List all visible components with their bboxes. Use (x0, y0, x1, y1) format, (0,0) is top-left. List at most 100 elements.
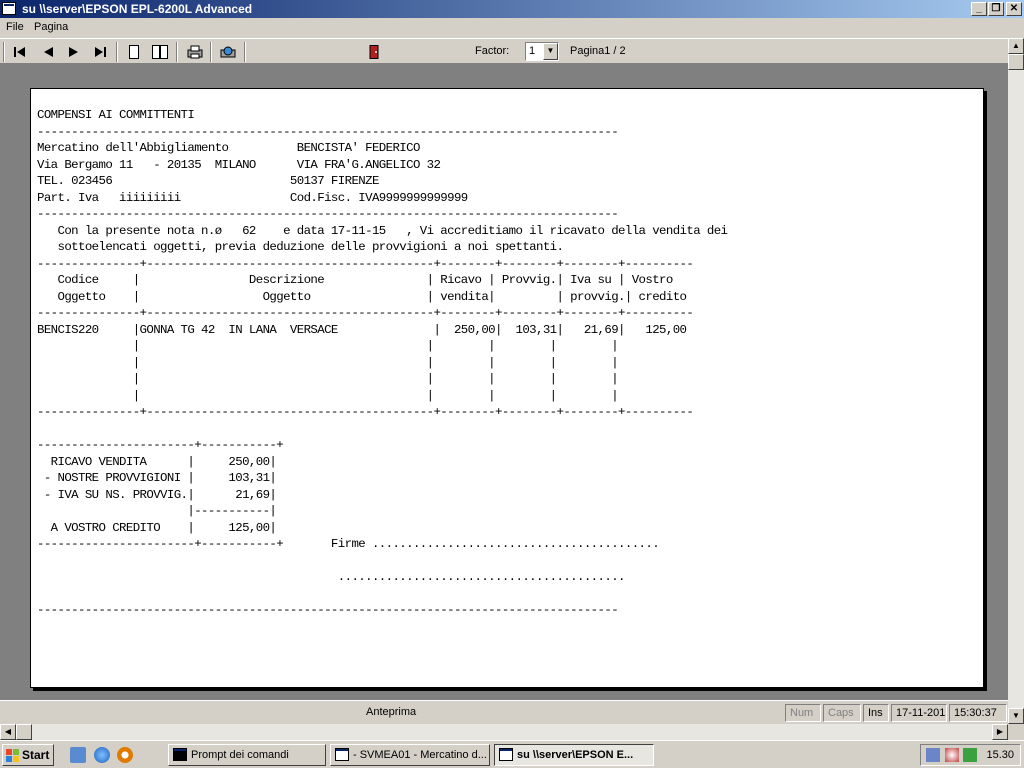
horizontal-scrollbar[interactable]: ◀ ▶ (0, 724, 1008, 740)
insert-indicator: Ins (863, 704, 889, 722)
title-bar: su \\server\EPSON EPL-6200L Advanced _ ❐… (0, 0, 1024, 18)
factor-select[interactable]: 1 ▼ (525, 42, 559, 61)
document-line: Via Bergamo 11 - 20135 MILANO VIA FRA'G.… (37, 157, 441, 172)
vertical-scrollbar[interactable]: ▲ ▼ (1008, 38, 1024, 724)
caps-lock-indicator: Caps (823, 704, 861, 722)
task-label: - SVMEA01 - Mercatino d... (353, 749, 487, 761)
toolbar-separator (116, 42, 118, 62)
media-player-icon[interactable] (117, 747, 133, 763)
document-line: ----------------------------------------… (37, 124, 619, 139)
task-command-prompt[interactable]: Prompt dei comandi (168, 744, 326, 766)
window-icon (335, 748, 349, 761)
menu-pagina[interactable]: Pagina (34, 21, 68, 33)
document-line: Con la presente nota n.ø 62 e data 17-11… (37, 223, 729, 238)
document-line: | | | | | (37, 355, 619, 370)
scroll-down-button[interactable]: ▼ (1008, 708, 1024, 724)
print-icon (187, 45, 203, 59)
toolbar-separator (210, 42, 212, 62)
document-line: sottoelencati oggetti, previa deduzione … (37, 240, 564, 254)
status-date: 17-11-2015 (891, 704, 947, 722)
start-label: Start (22, 748, 50, 762)
document-line: - NOSTRE PROVVIGIONI | 103,31| (37, 471, 277, 485)
document-line: Codice | Descrizione | Ricavo | Provvig.… (37, 273, 674, 287)
document-line: Part. Iva iiiiiiiii Cod.Fisc. IVA9999999… (37, 190, 468, 205)
document-line: COMPENSI AI COMMITTENTI (37, 108, 195, 122)
internet-explorer-icon[interactable] (94, 747, 110, 763)
update-icon[interactable] (963, 748, 977, 762)
document-line: -----------------------+-----------+ (37, 438, 284, 452)
document-line: | | | | | (37, 339, 619, 353)
toolbar: Factor: 1 ▼ Pagina1 / 2 (0, 38, 1008, 64)
task-epson-preview[interactable]: su \\server\EPSON E... (494, 744, 654, 766)
start-button[interactable]: Start (2, 744, 54, 766)
scroll-left-button[interactable]: ◀ (0, 724, 16, 740)
scroll-thumb[interactable] (1008, 54, 1024, 70)
status-bar: Anteprima Num Caps Ins 17-11-2015 15:30:… (0, 700, 1008, 724)
exit-door-icon (369, 45, 379, 59)
document-line: ----------------------------------------… (37, 207, 619, 221)
two-pages-button[interactable] (150, 42, 170, 62)
status-text: Anteprima (366, 706, 417, 718)
document-line: - IVA SU NS. PROVVIG.| 21,69| (37, 487, 277, 502)
document-line: |-----------| (37, 504, 277, 518)
close-button[interactable]: ✕ (1006, 2, 1022, 16)
window-title: su \\server\EPSON EPL-6200L Advanced (22, 2, 253, 16)
task-label: Prompt dei comandi (191, 749, 289, 761)
menu-bar: File Pagina (0, 18, 1024, 38)
document-line: ---------------+------------------------… (37, 256, 694, 271)
preview-area: COMPENSI AI COMMITTENTI -----------------… (0, 64, 1008, 700)
scroll-thumb-horizontal[interactable] (16, 724, 32, 740)
network-icon[interactable] (926, 748, 940, 762)
next-page-button[interactable] (64, 42, 84, 62)
toolbar-separator (176, 42, 178, 62)
toolbar-grip (3, 42, 5, 62)
document-line: | | | | | (37, 372, 619, 386)
system-tray: 15.30 (920, 744, 1021, 766)
document-line: A VOSTRO CREDITO | 125,00| (37, 520, 277, 535)
print-button[interactable] (185, 42, 205, 62)
last-page-button[interactable] (90, 42, 110, 62)
document-line: Mercatino dell'Abbigliamento BENCISTA' F… (37, 141, 420, 155)
document-line: ---------------+------------------------… (37, 306, 694, 320)
chevron-down-icon[interactable]: ▼ (543, 43, 558, 60)
factor-value: 1 (529, 45, 536, 57)
first-page-button[interactable] (10, 42, 30, 62)
print-setup-button[interactable] (218, 42, 238, 62)
document-line: ---------------+------------------------… (37, 405, 694, 419)
minimize-button[interactable]: _ (971, 2, 987, 16)
scroll-up-button[interactable]: ▲ (1008, 38, 1024, 54)
single-page-button[interactable] (124, 42, 144, 62)
task-label: su \\server\EPSON E... (517, 749, 634, 761)
document-line: -----------------------+-----------+ Fir… (37, 537, 660, 551)
document-line: | | | | | (37, 388, 619, 403)
app-window-icon[interactable] (2, 2, 16, 15)
prev-page-button[interactable] (38, 42, 58, 62)
command-prompt-icon (173, 748, 187, 761)
document-line: RICAVO VENDITA | 250,00| (37, 454, 277, 469)
next-page-icon (69, 47, 78, 57)
document-line: ........................................… (37, 570, 626, 584)
page-indicator: Pagina1 / 2 (570, 45, 626, 57)
menu-file[interactable]: File (6, 21, 24, 33)
taskbar: Start Prompt dei comandi - SVMEA01 - Mer… (0, 740, 1024, 768)
print-setup-icon (220, 46, 236, 58)
document-line: TEL. 023456 50137 FIRENZE (37, 174, 379, 188)
taskbar-clock: 15.30 (986, 749, 1014, 761)
exit-button[interactable] (364, 42, 384, 62)
prev-page-icon (44, 47, 53, 57)
toolbar-separator (244, 42, 246, 62)
scroll-right-button[interactable]: ▶ (992, 724, 1008, 740)
task-svmea01[interactable]: - SVMEA01 - Mercatino d... (330, 744, 490, 766)
status-time: 15:30:37 (949, 704, 1007, 722)
show-desktop-icon[interactable] (70, 747, 86, 763)
two-pages-icon (152, 45, 168, 59)
last-page-icon (95, 47, 106, 57)
restore-button[interactable]: ❐ (988, 2, 1004, 16)
document-line: Oggetto | Oggetto | vendita| | provvig.|… (37, 289, 687, 304)
document-page: COMPENSI AI COMMITTENTI -----------------… (30, 88, 984, 688)
document-line: ----------------------------------------… (37, 603, 619, 617)
security-icon[interactable] (945, 748, 959, 762)
factor-label: Factor: (475, 45, 510, 57)
